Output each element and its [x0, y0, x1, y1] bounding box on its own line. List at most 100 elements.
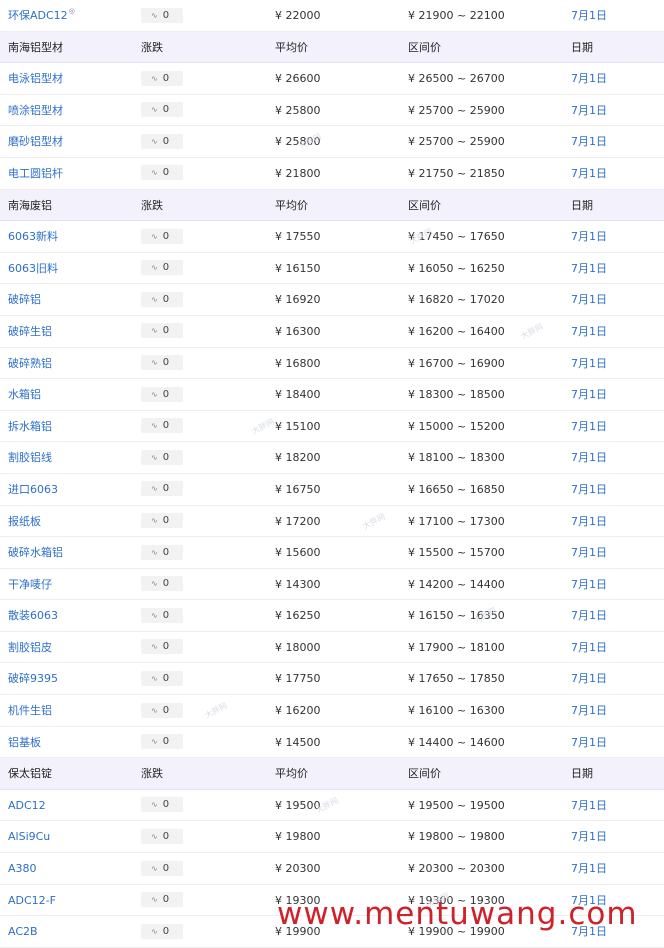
flat-trend-icon: ∿ [151, 452, 158, 462]
change-cell: ∿ 0 [141, 506, 183, 537]
date-link[interactable]: 7月1日 [571, 537, 607, 568]
date-link[interactable]: 7月1日 [571, 506, 607, 537]
product-name-cell: 割胶铝皮 [8, 632, 52, 663]
product-link[interactable]: 割胶铝皮 [8, 641, 52, 654]
table-row: 铝基板 ∿ 0 ¥ 14500 ¥ 14400 ~ 14600 7月1日 [0, 726, 664, 759]
change-cell: ∿ 0 [141, 379, 183, 410]
product-link[interactable]: 电工圆铝杆 [8, 167, 63, 180]
flat-trend-icon: ∿ [151, 168, 158, 178]
date-link[interactable]: 7月1日 [571, 0, 607, 31]
date-link[interactable]: 7月1日 [571, 348, 607, 379]
date-link[interactable]: 7月1日 [571, 632, 607, 663]
product-link[interactable]: 水箱铝 [8, 388, 41, 401]
table-row: 电工圆铝杆 ∿ 0 ¥ 21800 ¥ 21750 ~ 21850 7月1日 [0, 157, 664, 190]
change-value: 0 [162, 578, 170, 590]
product-link[interactable]: 破碎水箱铝 [8, 546, 63, 559]
product-link[interactable]: 散装6063 [8, 609, 58, 622]
date-link[interactable]: 7月1日 [571, 284, 607, 315]
date-link[interactable]: 7月1日 [571, 663, 607, 694]
product-link[interactable]: 破碎铝 [8, 293, 41, 306]
change-badge: ∿ 0 [141, 860, 183, 876]
date-link[interactable]: 7月1日 [571, 474, 607, 505]
product-link[interactable]: 破碎9395 [8, 672, 58, 685]
product-name-cell: 破碎生铝 [8, 316, 52, 347]
date-link[interactable]: 7月1日 [571, 95, 607, 126]
product-link[interactable]: 环保ADC12 [8, 9, 68, 22]
price-range: ¥ 14200 ~ 14400 [408, 577, 505, 591]
date-link[interactable]: 7月1日 [571, 600, 607, 631]
product-link[interactable]: AC2B [8, 925, 38, 938]
date-link[interactable]: 7月1日 [571, 379, 607, 410]
change-badge: ∿ 0 [141, 923, 183, 939]
date-link[interactable]: 7月1日 [571, 727, 607, 758]
date-link[interactable]: 7月1日 [571, 442, 607, 473]
product-name-cell: 喷涂铝型材 [8, 95, 63, 126]
product-link[interactable]: 割胶铝线 [8, 451, 52, 464]
change-badge: ∿ 0 [141, 544, 183, 560]
price-range: ¥ 16700 ~ 16900 [408, 356, 505, 370]
change-cell: ∿ 0 [141, 95, 183, 126]
product-link[interactable]: 磨砂铝型材 [8, 135, 63, 148]
change-badge: ∿ 0 [141, 797, 183, 813]
product-name-cell: ADC12-F [8, 885, 56, 916]
product-name-cell: 环保ADC12◎ [8, 0, 75, 31]
date-link[interactable]: 7月1日 [571, 126, 607, 157]
average-price: ¥ 18400 [275, 388, 321, 402]
date-link[interactable]: 7月1日 [571, 316, 607, 347]
product-link[interactable]: 报纸板 [8, 515, 41, 528]
flat-trend-icon: ∿ [151, 358, 158, 368]
change-cell: ∿ 0 [141, 569, 183, 600]
product-link[interactable]: ADC12-F [8, 894, 56, 907]
product-link[interactable]: ADC12 [8, 799, 46, 812]
product-link[interactable]: AlSi9Cu [8, 830, 50, 843]
product-name-cell: 拆水箱铝 [8, 411, 52, 442]
average-price: ¥ 14500 [275, 735, 321, 749]
column-header-date: 日期 [571, 198, 593, 212]
section-header-row: 南海铝型材 涨跌 平均价 区间价 日期 [0, 31, 664, 64]
product-name-cell: 破碎铝 [8, 284, 41, 315]
date-link[interactable]: 7月1日 [571, 821, 607, 852]
product-link[interactable]: 拆水箱铝 [8, 420, 52, 433]
change-badge: ∿ 0 [141, 165, 183, 181]
product-link[interactable]: 破碎熟铝 [8, 357, 52, 370]
change-badge: ∿ 0 [141, 734, 183, 750]
change-value: 0 [162, 230, 170, 242]
date-link[interactable]: 7月1日 [571, 63, 607, 94]
change-value: 0 [162, 388, 170, 400]
product-link[interactable]: A380 [8, 862, 37, 875]
product-link[interactable]: 进口6063 [8, 483, 58, 496]
date-link[interactable]: 7月1日 [571, 569, 607, 600]
date-link[interactable]: 7月1日 [571, 253, 607, 284]
product-link[interactable]: 喷涂铝型材 [8, 104, 63, 117]
change-cell: ∿ 0 [141, 474, 183, 505]
change-value: 0 [162, 325, 170, 337]
product-link[interactable]: 机件生铝 [8, 704, 52, 717]
product-link[interactable]: 铝基板 [8, 736, 41, 749]
date-link[interactable]: 7月1日 [571, 158, 607, 189]
product-name-cell: 散装6063 [8, 600, 58, 631]
product-link[interactable]: 电泳铝型材 [8, 72, 63, 85]
average-price: ¥ 16920 [275, 293, 321, 307]
change-cell: ∿ 0 [141, 537, 183, 568]
product-link[interactable]: 6063旧料 [8, 262, 58, 275]
change-cell: ∿ 0 [141, 348, 183, 379]
price-range: ¥ 25700 ~ 25900 [408, 103, 505, 117]
date-link[interactable]: 7月1日 [571, 221, 607, 252]
date-link[interactable]: 7月1日 [571, 695, 607, 726]
table-row: 破碎生铝 ∿ 0 ¥ 16300 ¥ 16200 ~ 16400 7月1日 大胖网 [0, 315, 664, 348]
date-link[interactable]: 7月1日 [571, 790, 607, 821]
change-cell: ∿ 0 [141, 442, 183, 473]
date-link[interactable]: 7月1日 [571, 853, 607, 884]
product-link[interactable]: 6063新料 [8, 230, 58, 243]
section-header-row: 南海废铝 涨跌 平均价 区间价 日期 [0, 189, 664, 222]
flat-trend-icon: ∿ [151, 326, 158, 336]
product-link[interactable]: 破碎生铝 [8, 325, 52, 338]
flat-trend-icon: ∿ [151, 863, 158, 873]
price-range: ¥ 25700 ~ 25900 [408, 135, 505, 149]
date-link[interactable]: 7月1日 [571, 411, 607, 442]
column-header-date: 日期 [571, 767, 593, 781]
product-link[interactable]: 干净唛仔 [8, 578, 52, 591]
product-name-cell: AlSi9Cu [8, 821, 50, 852]
change-value: 0 [162, 736, 170, 748]
table-row: 干净唛仔 ∿ 0 ¥ 14300 ¥ 14200 ~ 14400 7月1日 [0, 568, 664, 601]
